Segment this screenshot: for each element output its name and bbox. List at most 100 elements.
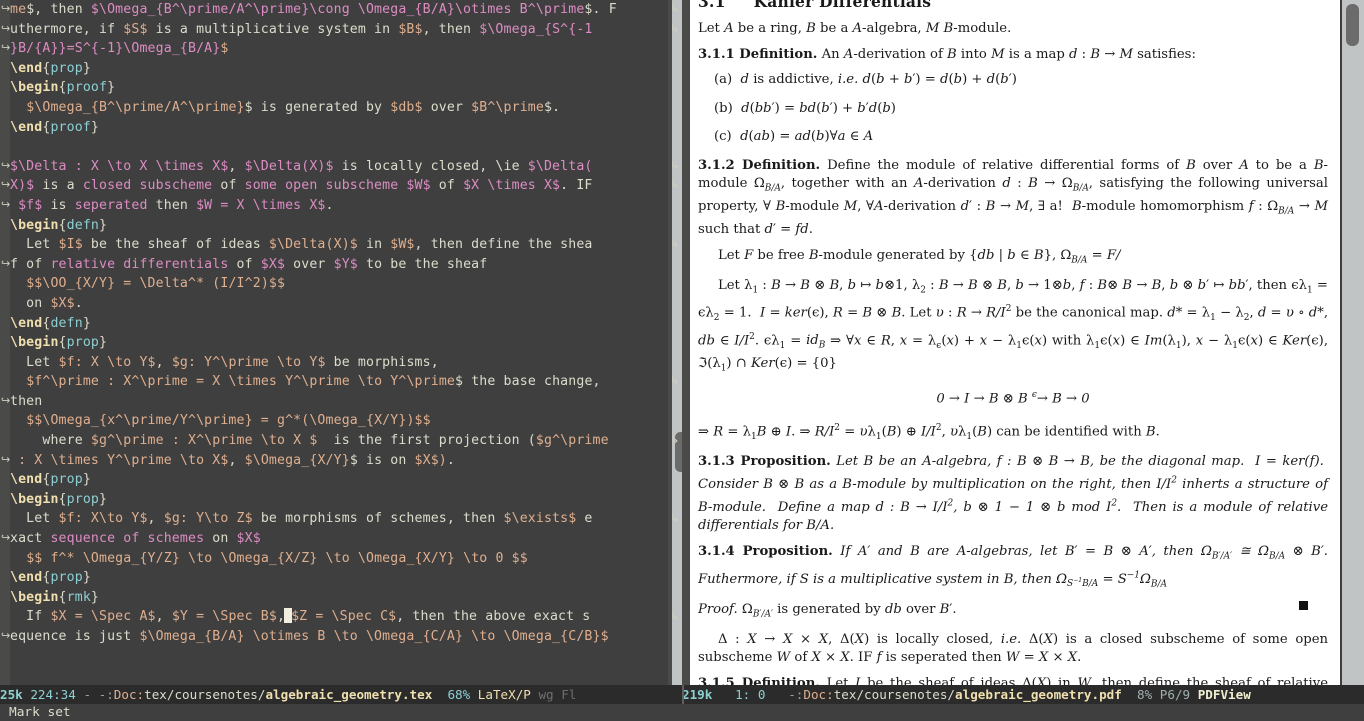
pdf-preview-window[interactable]: 3.1 Kähler Differentials Let A be a ring…: [690, 0, 1364, 685]
code-token: $. F: [584, 2, 617, 17]
pdf-scrollbar[interactable]: [1342, 0, 1364, 685]
code-token: is a: [34, 178, 83, 194]
code-line[interactable]: f of relative differentials of $X$ over …: [10, 255, 668, 275]
code-line[interactable]: \end{prop}: [10, 470, 668, 490]
major-mode[interactable]: LaTeX/P: [478, 687, 531, 702]
code-line[interactable]: me$, then $\Omega_{B^\prime/A^\prime}\co…: [10, 0, 668, 20]
code-line[interactable]: If $X = \Spec A$, $Y = \Spec B$, $Z = \Sp…: [10, 607, 668, 627]
code-token: ,: [228, 452, 245, 468]
code-token: .: [74, 295, 83, 311]
code-token: _{X/Y}: [66, 276, 116, 292]
code-line[interactable]: uthermore, if $S$ is a multiplicative sy…: [10, 20, 668, 40]
code-line[interactable]: $$\OO_{X/Y} = \Delta^* (I/I^2)$$: [10, 274, 668, 294]
code-token: ^*: [285, 413, 302, 429]
code-line[interactable]: \begin{prop}: [10, 333, 668, 353]
code-line[interactable]: on $X$.: [10, 294, 668, 314]
modeline-right[interactable]: 219k 1: 0 -: Doc: tex/coursenotes/ algeb…: [682, 685, 1364, 704]
code-line[interactable]: Let $f: X \to Y$, $g: Y^\prime \to Y$ be…: [10, 353, 668, 373]
code-token: $ is generated by: [244, 99, 391, 115]
code-token: $\Omega: [479, 21, 536, 37]
code-line[interactable]: then: [10, 392, 668, 412]
code-line[interactable]: \begin{defn}: [10, 216, 668, 236]
pdf-buffer-filename[interactable]: algebraic_geometry.pdf: [955, 687, 1122, 702]
pdf-scrollbar-thumb[interactable]: [1346, 4, 1359, 46]
code-line[interactable]: where $g^\prime : X^\prime \to X $ is th…: [10, 431, 668, 451]
code-token: ^\prime: [293, 374, 350, 390]
code-token: $I$: [58, 237, 83, 253]
code-token: is a multiplicative system in: [147, 21, 399, 37]
qed-square-icon: [1299, 600, 1308, 610]
code-token: over: [422, 99, 472, 115]
pdf-doc-prefix: Doc:: [803, 687, 834, 702]
code-line[interactable]: \end{prop}: [10, 59, 668, 79]
code-line[interactable]: \begin{rmk}: [10, 588, 668, 608]
wrap-continuation-icon: ↳: [670, 2, 680, 15]
code-token: $Y = \Spec B$: [171, 609, 277, 625]
buffer-size: 25k: [0, 687, 23, 702]
code-token: : X \times Y: [10, 452, 116, 468]
wrap-continuation-icon: ↪: [1, 178, 11, 192]
buffer-filename[interactable]: algebraic_geometry.tex: [265, 687, 432, 702]
pdf-display-equation: 0 → I → B ⊗ B ϵ→ B → 0: [936, 390, 1090, 407]
code-token: \begin: [10, 335, 59, 351]
code-line[interactable]: [10, 137, 668, 157]
code-line[interactable]: $f^\prime : X^\prime = X \times Y^\prime…: [10, 372, 668, 392]
code-line[interactable]: $$ f^* \Omega_{Y/Z} \to \Omega_{X/Z} \to…: [10, 549, 668, 569]
code-token: $: [600, 629, 609, 644]
code-token: \otimes B \to \Omega: [244, 629, 415, 644]
code-token: $\Omega: [90, 2, 148, 17]
code-line[interactable]: : X \times Y^\prime \to X$, $\Omega_{X/Y…: [10, 451, 668, 471]
code-line[interactable]: X)$ is a closed subscheme of some open s…: [10, 176, 668, 196]
code-token: _{Y/Z}: [131, 550, 180, 566]
section-number: 3.1: [698, 0, 726, 11]
code-line[interactable]: $\Delta : X \to X \times X$, $\Delta(X)$…: [10, 157, 668, 177]
code-token: \end: [10, 315, 43, 331]
code-line[interactable]: $$\Omega_{x^\prime/Y^\prime} = g^*(\Omeg…: [10, 411, 668, 431]
code-token: = \Delta: [115, 276, 188, 292]
code-line[interactable]: $f$ is seperated then $W = X \times X$.: [10, 196, 668, 216]
code-token: is the first projection (: [317, 433, 536, 449]
code-token: xact: [10, 531, 51, 547]
latex-source-buffer[interactable]: me$, then $\Omega_{B^\prime/A^\prime}\co…: [10, 0, 668, 685]
code-line[interactable]: equence is just $\Omega_{B/A} \otimes B …: [10, 627, 668, 647]
section-title: Kähler Differentials: [753, 0, 932, 11]
code-token: \Omega: [123, 41, 172, 57]
code-line[interactable]: \begin{proof}: [10, 78, 668, 98]
code-token: .: [325, 197, 334, 213]
latex-source-window[interactable]: me$, then $\Omega_{B^\prime/A^\prime}\co…: [0, 0, 690, 685]
code-token: \cong \Omega: [309, 2, 407, 17]
pdf-buffer-size: 219k: [682, 687, 713, 702]
modeline-left[interactable]: 25k 224:34 - -: Doc: tex/coursenotes/ al…: [0, 685, 682, 704]
code-token: $g: [535, 433, 553, 449]
code-line[interactable]: $\Omega_{B^\prime/A^\prime}$ is generate…: [10, 98, 668, 118]
code-line[interactable]: }B/{A}}=S^{-1}\Omega_{B/A}$: [10, 39, 668, 59]
code-token: \begin: [10, 217, 59, 233]
code-token: {: [58, 80, 67, 96]
code-line[interactable]: \end{prop}: [10, 568, 668, 588]
code-line[interactable]: Let $f: X\to Y$, $g: Y\to Z$ be morphism…: [10, 509, 668, 529]
code-token: $, then: [26, 2, 91, 17]
pdf-page[interactable]: 3.1 Kähler Differentials Let A be a ring…: [690, 0, 1340, 685]
code-line[interactable]: Let $I$ be the sheaf of ideas $\Delta(X)…: [10, 235, 668, 255]
code-token: $\Omega: [26, 99, 83, 115]
code-token: $\Delta(: [519, 158, 593, 174]
code-token: uthermore, if: [10, 21, 124, 37]
code-token: is locally closed,: [333, 158, 496, 174]
code-token: (I/I: [204, 276, 245, 292]
code-line[interactable]: \end{proof}: [10, 118, 668, 138]
code-line[interactable]: \end{defn}: [10, 314, 668, 334]
minor-modes[interactable]: wg Fl: [538, 687, 576, 702]
code-line[interactable]: xact sequence of schemes on $X$: [10, 529, 668, 549]
pdf-definition-311: 3.1.1 Definition. An A-derivation of B i…: [698, 46, 1196, 62]
code-token: }: [90, 589, 100, 605]
code-line[interactable]: \begin{prop}: [10, 490, 668, 510]
code-token: : X: [163, 433, 197, 449]
wrap-continuation-icon: ↪: [1, 21, 11, 35]
pdf-major-mode[interactable]: PDFView: [1198, 687, 1251, 702]
code-token: $$\OO: [26, 276, 67, 292]
code-token: of: [212, 178, 245, 194]
code-token: $$\Omega: [26, 413, 91, 429]
